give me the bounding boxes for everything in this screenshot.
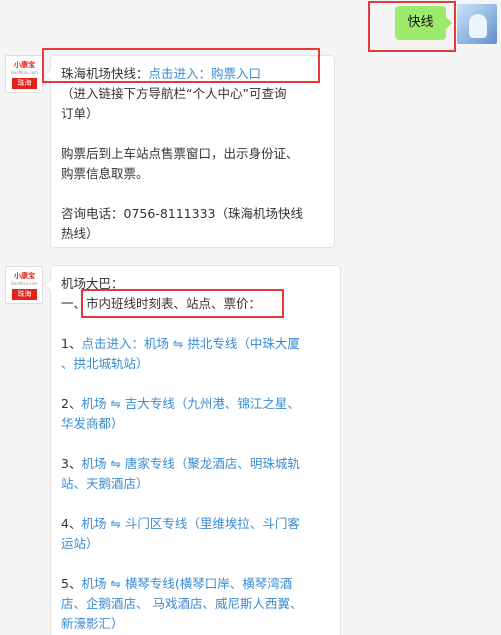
route-link[interactable]: 机场 ⇋ 斗门区专线（里维埃拉、斗门客	[81, 516, 299, 531]
express-title: 珠海机场快线：	[61, 66, 149, 81]
route-5-line-2[interactable]: 店、企鹅酒店、 马戏酒店、威尼斯人西翼、	[61, 594, 330, 614]
bot-logo-city: 珠海	[12, 78, 37, 89]
phone-line-1: 咨询电话：0756-8111333（珠海机场快线	[61, 206, 303, 221]
bot-logo-city: 珠海	[12, 289, 37, 300]
ticket-purchase-link[interactable]: 点击进入：购票入口	[149, 66, 262, 81]
bot-avatar[interactable]: 小康宝 BaoMiao.com 珠海	[5, 55, 43, 93]
route-number: 3、	[61, 456, 82, 471]
bot-logo-url: BaoMiao.com	[11, 70, 38, 75]
buy-line-1: 购票后到上车站点售票窗口，出示身份证、	[61, 146, 299, 161]
my-message-text: 快线	[407, 15, 434, 30]
route-3-line-2[interactable]: 站、天鹅酒店）	[61, 474, 330, 494]
route-link[interactable]: 机场 ⇋ 吉大专线（九州港、锦江之星、	[81, 396, 299, 411]
route-2-line-1[interactable]: 2、机场 ⇋ 吉大专线（九州港、锦江之星、	[61, 394, 330, 414]
bot-logo-url: BaoMiao.com	[11, 281, 38, 286]
section-prefix: 一、	[61, 296, 87, 311]
route-1-line-1[interactable]: 1、点击进入：机场 ⇋ 拱北专线（中珠大厦	[61, 334, 330, 354]
route-number: 5、	[61, 576, 82, 591]
route-link[interactable]: 机场 ⇋ 横琴专线(横琴口岸、横琴湾酒	[81, 576, 292, 591]
section-title-line: 一、市内班线时刻表、站点、票价：	[61, 294, 330, 314]
bot-logo-text: 小康宝	[14, 272, 35, 280]
user-avatar[interactable]	[457, 4, 497, 44]
route-number: 4、	[61, 516, 82, 531]
bot-logo-text: 小康宝	[14, 61, 35, 69]
bot-message-airport-bus: 机场大巴： 一、市内班线时刻表、站点、票价： 1、点击进入：机场 ⇋ 拱北专线（…	[44, 265, 341, 635]
route-3-line-1[interactable]: 3、机场 ⇋ 唐家专线（聚龙酒店、明珠城轨	[61, 454, 330, 474]
section-title: 市内班线时刻表、站点、票价：	[86, 296, 262, 311]
bot-message-airport-express: 珠海机场快线：点击进入：购票入口 （进入链接下方导航栏“个人中心”可查询 订单）…	[44, 55, 335, 248]
route-link[interactable]: 点击进入：机场 ⇋ 拱北专线（中珠大厦	[81, 336, 299, 351]
my-message-bubble: 快线	[395, 6, 452, 40]
note-line-1: （进入链接下方导航栏“个人中心”可查询	[61, 86, 287, 101]
route-link[interactable]: 机场 ⇋ 唐家专线（聚龙酒店、明珠城轨	[81, 456, 299, 471]
phone-line-2: 热线）	[61, 226, 99, 241]
route-4-line-2[interactable]: 运站）	[61, 534, 330, 554]
note-line-2: 订单）	[61, 106, 99, 121]
route-4-line-1[interactable]: 4、机场 ⇋ 斗门区专线（里维埃拉、斗门客	[61, 514, 330, 534]
bot-avatar[interactable]: 小康宝 BaoMiao.com 珠海	[5, 266, 43, 304]
route-2-line-2[interactable]: 华发商都）	[61, 414, 330, 434]
route-1-line-2[interactable]: 、拱北城轨站）	[61, 354, 330, 374]
buy-line-2: 购票信息取票。	[61, 166, 149, 181]
route-5-line-3[interactable]: 新濠影汇）	[61, 614, 330, 634]
route-number: 1、	[61, 336, 82, 351]
bus-heading: 机场大巴：	[61, 276, 124, 291]
route-number: 2、	[61, 396, 82, 411]
express-title-line: 珠海机场快线：点击进入：购票入口	[61, 64, 324, 84]
route-5-line-1[interactable]: 5、机场 ⇋ 横琴专线(横琴口岸、横琴湾酒	[61, 574, 330, 594]
